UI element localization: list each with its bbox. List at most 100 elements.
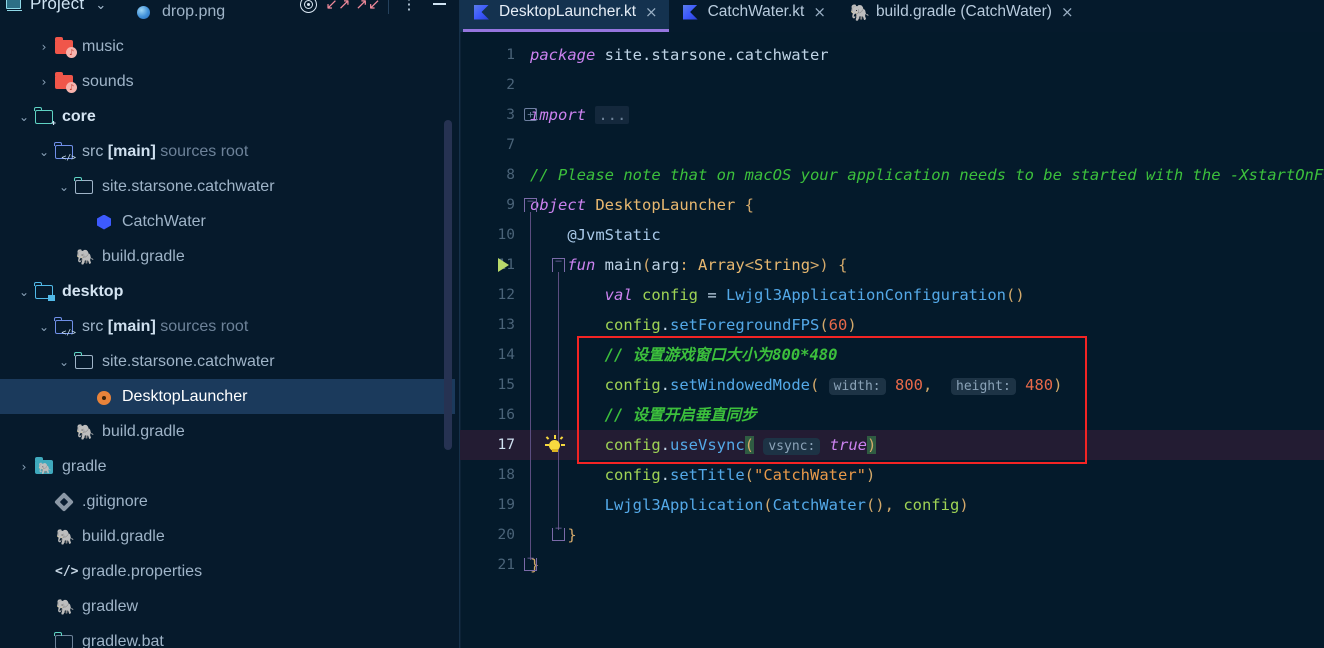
fold-collapse-icon[interactable] (552, 255, 565, 272)
code-line[interactable]: 10 @JvmStatic (460, 220, 1324, 250)
chevron-right-icon[interactable]: › (34, 75, 54, 89)
tree-item-label: src [main] sources root (82, 317, 249, 335)
tree-item[interactable]: CatchWater (0, 204, 455, 239)
editor-tab-label: build.gradle (CatchWater) (875, 3, 1052, 20)
fold-region-line (558, 272, 560, 530)
line-number: 19 (497, 497, 515, 513)
package-folder-icon (74, 351, 96, 372)
line-number: 7 (506, 137, 515, 153)
editor-tab[interactable]: 🐘 build.gradle (CatchWater) × (837, 0, 1085, 32)
editor-tab[interactable]: CatchWater.kt × (669, 0, 837, 32)
gradle-folder-icon: 🐘 (34, 456, 56, 477)
kotlin-object-icon (94, 212, 116, 232)
tree-item[interactable]: ⌄ desktop (0, 274, 455, 309)
kotlin-file-icon (681, 3, 700, 22)
tree-item[interactable]: ⌄ </> src [main] sources root (0, 309, 455, 344)
sidebar-scrollbar-thumb[interactable] (444, 120, 452, 450)
tree-item[interactable]: DesktopLauncher (0, 379, 455, 414)
chevron-right-icon[interactable]: › (34, 40, 54, 54)
tree-item[interactable]: drop.png (0, 0, 455, 29)
code-text: config.setTitle("CatchWater") (604, 466, 876, 484)
tree-item-label: build.gradle (102, 422, 185, 440)
line-number: 17 (497, 437, 515, 453)
intention-bulb-icon[interactable] (544, 435, 566, 457)
tree-item[interactable]: </> gradle.properties (0, 554, 455, 589)
close-icon[interactable]: × (813, 4, 826, 20)
gradle-file-icon: 🐘 (76, 422, 95, 441)
tree-item-label: build.gradle (82, 527, 165, 545)
code-line[interactable]: 21} (460, 550, 1324, 580)
kotlin-file-icon (472, 3, 491, 22)
code-line[interactable]: 20 } (460, 520, 1324, 550)
tree-item-label: gradle.properties (82, 562, 203, 580)
chevron-down-icon[interactable]: ⌄ (54, 180, 74, 194)
code-line[interactable]: 8 // Please note that on macOS your appli… (460, 160, 1324, 190)
tree-item[interactable]: ⌄ </> src [main] sources root (0, 134, 455, 169)
chevron-down-icon[interactable]: ⌄ (14, 285, 34, 299)
code-line[interactable]: 12 val config = Lwjgl3ApplicationConfigu… (460, 280, 1324, 310)
tree-item[interactable]: 🐘 build.gradle (0, 239, 455, 274)
tree-item[interactable]: 🐘 build.gradle (0, 414, 455, 449)
code-line[interactable]: 3 import ... (460, 100, 1324, 130)
tree-item[interactable]: ⌄ site.starsone.catchwater (0, 169, 455, 204)
tree-item[interactable]: › ♪ music (0, 29, 455, 64)
tree-item[interactable]: › 🐘 gradle (0, 449, 455, 484)
code-line[interactable]: 13 config.setForegroundFPS(60) (460, 310, 1324, 340)
code-line[interactable]: 14 // 设置游戏窗口大小为800*480 (460, 340, 1324, 370)
fold-collapse-icon[interactable] (524, 195, 537, 212)
code-line[interactable]: 19 Lwjgl3Application(CatchWater(), confi… (460, 490, 1324, 520)
tree-item[interactable]: ⌄ site.starsone.catchwater (0, 344, 455, 379)
tree-item[interactable]: ⌄ ✚ core (0, 99, 455, 134)
line-number: 10 (497, 227, 515, 243)
line-number: 9 (506, 197, 515, 213)
chevron-right-icon[interactable]: › (14, 460, 34, 474)
code-line[interactable]: 17 config.useVsync( vsync: true) (460, 430, 1324, 460)
code-line[interactable]: 11 fun main(arg: Array<String>) { (460, 250, 1324, 280)
tree-item-label: music (82, 37, 124, 55)
tree-item-label: drop.png (162, 2, 226, 20)
tree-item[interactable]: gradlew.bat (0, 624, 455, 648)
fold-region-line (530, 212, 532, 560)
code-line[interactable]: 15 config.setWindowedMode( width: 800, h… (460, 370, 1324, 400)
tree-item[interactable]: 🐘 build.gradle (0, 519, 455, 554)
editor-tab[interactable]: DesktopLauncher.kt × (460, 0, 669, 32)
run-gutter-icon[interactable] (498, 258, 509, 272)
code-editor[interactable]: 1 package site.starsone.catchwater 2 3 impor… (460, 32, 1324, 648)
code-line[interactable]: 7 (460, 130, 1324, 160)
chevron-down-icon[interactable]: ⌄ (54, 355, 74, 369)
fold-region-end-icon[interactable] (524, 552, 537, 571)
code-text: config.setWindowedMode( width: 800, heig… (604, 376, 1063, 395)
line-number: 13 (497, 317, 515, 333)
code-line[interactable]: 2 (460, 70, 1324, 100)
tree-item-label: build.gradle (102, 247, 185, 265)
line-number: 3 (506, 107, 515, 123)
code-text: @JvmStatic (530, 226, 661, 244)
tree-item-label: desktop (62, 282, 124, 300)
chevron-down-icon[interactable]: ⌄ (34, 145, 54, 159)
fold-region-end-icon[interactable] (552, 522, 565, 541)
code-line[interactable]: 16 // 设置开启垂直同步 (460, 400, 1324, 430)
editor-tab-label: DesktopLauncher.kt (499, 3, 637, 20)
code-text: import ... (530, 100, 630, 130)
package-folder-icon (74, 176, 96, 197)
code-line[interactable]: 1 package site.starsone.catchwater (460, 40, 1324, 70)
close-icon[interactable]: × (1061, 4, 1074, 20)
gradle-file-icon: 🐘 (56, 597, 75, 616)
chevron-down-icon[interactable]: ⌄ (14, 110, 34, 124)
code-text: // 设置游戏窗口大小为800*480 (604, 346, 838, 364)
chevron-down-icon[interactable]: ⌄ (34, 320, 54, 334)
fold-expand-icon[interactable]: + (524, 108, 537, 121)
code-line[interactable]: 9 object DesktopLauncher { (460, 190, 1324, 220)
close-icon[interactable]: × (645, 4, 658, 20)
tree-item-label: src [main] sources root (82, 142, 249, 160)
project-tree[interactable]: drop.png › ♪ music › ♪ sounds ⌄ ✚ core ⌄ </> src [ma… (0, 3, 455, 648)
tree-item[interactable]: .gitignore (0, 484, 455, 519)
code-line[interactable]: 18 config.setTitle("CatchWater") (460, 460, 1324, 490)
code-text: object DesktopLauncher { (530, 196, 755, 214)
tree-item[interactable]: 🐘 gradlew (0, 589, 455, 624)
line-number: 21 (497, 557, 515, 573)
tree-item[interactable]: › ♪ sounds (0, 64, 455, 99)
